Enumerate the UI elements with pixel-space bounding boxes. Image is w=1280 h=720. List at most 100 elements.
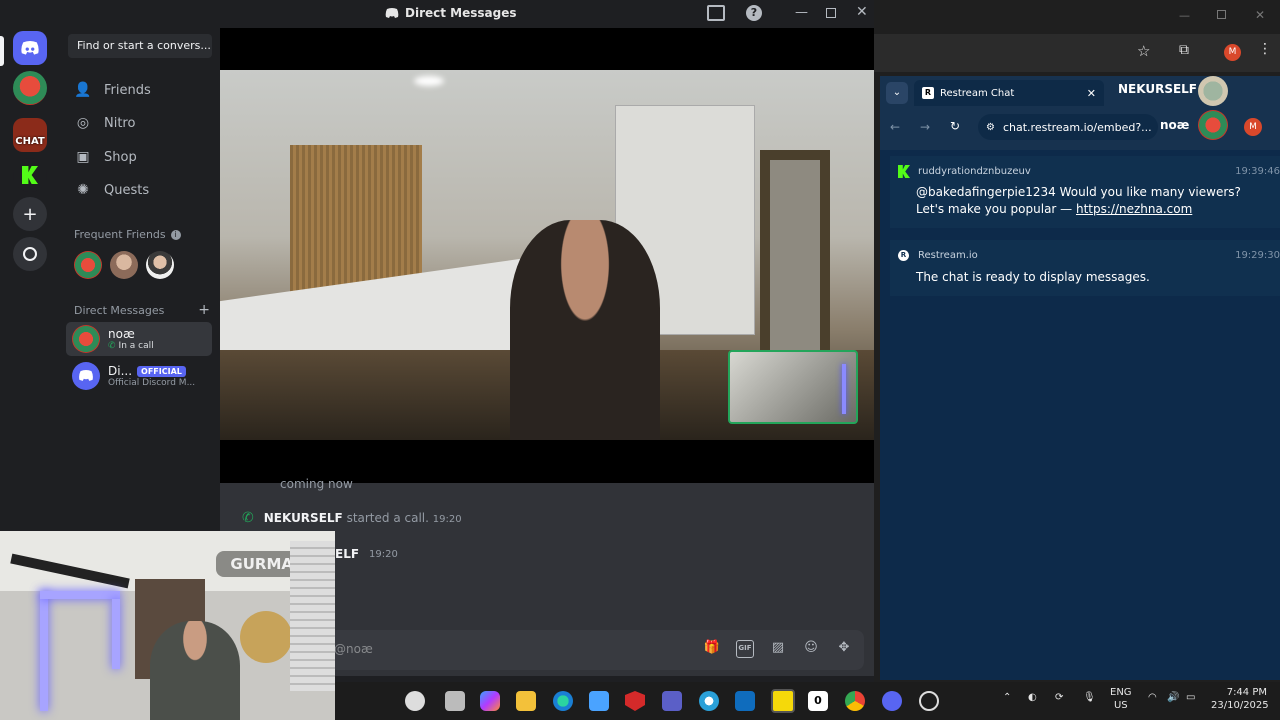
close-tab-icon[interactable]: ✕ [1087, 87, 1096, 100]
nav-quests[interactable]: ✺ Quests [72, 175, 212, 205]
dm-name: Di... [108, 364, 133, 378]
add-dm-icon[interactable]: + [198, 302, 210, 318]
message-user[interactable]: ELF [335, 547, 359, 561]
battery-icon[interactable]: ▭ [1186, 692, 1195, 703]
avatar[interactable] [74, 251, 102, 279]
avatar [72, 325, 100, 353]
neon-light [842, 364, 846, 414]
tray-app-icon[interactable]: ◐ [1028, 692, 1037, 703]
chrome-icon[interactable] [845, 691, 865, 711]
taskbar: 0 ⌃ ◐ ⟳ 🎙 ENG US ◠ 🔊 ▭ 7:44 PM 23/10/202… [335, 682, 1280, 720]
weather-icon[interactable] [699, 691, 719, 711]
sync-icon[interactable]: ⟳ [1055, 692, 1063, 703]
gif-icon[interactable]: GIF [736, 640, 754, 658]
profile-avatar[interactable]: M [1244, 118, 1262, 136]
dm-row-noae[interactable]: noæ ✆ In a call [66, 322, 212, 356]
discover-icon[interactable] [13, 237, 47, 271]
chat-text: The chat is ready to display messages. [916, 270, 1150, 284]
wifi-icon[interactable]: ◠ [1148, 692, 1157, 703]
chevron-up-icon[interactable]: ⌃ [1003, 692, 1011, 703]
address-bar[interactable]: ⚙ chat.restream.io/embed?... [978, 114, 1158, 140]
obs-icon[interactable] [919, 691, 939, 711]
add-server-icon[interactable]: + [13, 197, 47, 231]
avatar[interactable] [146, 251, 174, 279]
language-indicator[interactable]: ENG US [1110, 686, 1132, 712]
extensions-icon[interactable]: ⧉ [1179, 42, 1189, 58]
call-start-message: ✆ NEKURSELF started a call. 19:20 [242, 510, 462, 526]
chat-time: 19:29:30 [1235, 250, 1280, 261]
nav-nitro[interactable]: ◎ Nitro [72, 108, 212, 138]
popup-window-chrome: ⌄ R Restream Chat ✕ NEKURSELF ← → ↻ ⚙ ch… [880, 76, 1280, 150]
nav-label: Friends [104, 82, 151, 98]
edge-icon[interactable] [553, 691, 573, 711]
site-settings-icon[interactable]: ⚙ [986, 122, 995, 133]
mcafee-icon[interactable] [625, 691, 645, 711]
avatar [72, 362, 100, 390]
teams-icon[interactable] [662, 691, 682, 711]
help-icon[interactable]: ? [746, 5, 762, 21]
volume-icon[interactable]: 🔊 [1167, 692, 1179, 703]
chat-link[interactable]: https://nezhna.com [1076, 202, 1192, 216]
server-chat[interactable]: CHAT [13, 118, 47, 152]
call-user[interactable]: NEKURSELF [264, 511, 343, 525]
nav-shop[interactable]: ▣ Shop [72, 142, 212, 172]
avatar[interactable] [110, 251, 138, 279]
server-avatar[interactable] [13, 71, 47, 105]
close-button[interactable]: ✕ [1255, 8, 1265, 22]
gift-icon[interactable]: 🎁 [703, 640, 721, 658]
minimize-button[interactable]: — [1179, 9, 1190, 22]
emoji-icon[interactable]: ☺ [802, 640, 820, 658]
outlook-icon[interactable] [735, 691, 755, 711]
sticker-icon[interactable]: ▨ [769, 640, 787, 658]
forward-icon[interactable]: → [920, 120, 930, 134]
star-icon[interactable]: ☆ [1137, 42, 1150, 60]
dm-row-discord[interactable]: Di... OFFICIAL Official Discord M... [66, 359, 212, 393]
tab-restream-chat[interactable]: R Restream Chat ✕ [914, 80, 1104, 106]
back-icon[interactable]: ← [890, 120, 900, 134]
minimize-button[interactable]: — [795, 5, 808, 20]
self-preview[interactable] [728, 350, 858, 424]
discord-logo-icon [21, 40, 39, 55]
reload-icon[interactable]: ↻ [950, 119, 960, 133]
maximize-button[interactable] [826, 8, 836, 18]
nav-label: Quests [104, 182, 150, 198]
file-explorer-icon[interactable] [516, 691, 536, 711]
clock[interactable]: 7:44 PM 23/10/2025 [1211, 686, 1269, 712]
official-badge: OFFICIAL [137, 365, 186, 377]
search-input[interactable]: Find or start a convers... [68, 34, 212, 58]
sticky-notes-icon[interactable] [771, 689, 795, 713]
video-stream[interactable] [220, 70, 874, 440]
chat-time: 19:39:46 [1235, 166, 1280, 177]
maximize-button[interactable] [1217, 10, 1226, 19]
timestamp: 19:20 [369, 548, 398, 560]
task-view-icon[interactable] [445, 691, 465, 711]
ceiling-light [414, 76, 444, 86]
cat-icon[interactable] [405, 691, 425, 711]
time: 7:44 PM [1226, 687, 1267, 698]
chevron-down-icon[interactable]: ⌄ [886, 82, 908, 104]
kick-logo-icon [22, 166, 38, 184]
discord-taskbar-icon[interactable] [882, 691, 902, 711]
overlay-name: NEKURSELF [1118, 82, 1197, 96]
server-kick[interactable] [13, 158, 47, 192]
copilot-icon[interactable] [480, 691, 500, 711]
app-icon[interactable]: 0 [808, 691, 828, 711]
os-titlebar: — ✕ [874, 0, 1280, 34]
discord-logo-icon [385, 7, 399, 18]
profile-avatar[interactable]: M [1224, 44, 1241, 61]
store-icon[interactable] [589, 691, 609, 711]
nav-friends[interactable]: 👤 Friends [72, 75, 212, 105]
home-button[interactable] [13, 31, 47, 65]
nav-label: Nitro [104, 115, 136, 131]
apps-icon[interactable]: ✥ [835, 640, 853, 658]
discord-logo-icon [79, 370, 93, 381]
microphone-icon[interactable]: 🎙 [1083, 692, 1096, 703]
inbox-icon[interactable] [707, 5, 725, 21]
frequent-friends-label: Frequent Friends [74, 228, 166, 241]
restream-chat-pane [880, 150, 1280, 680]
discord-titlebar: Direct Messages ? — ✕ [0, 0, 874, 28]
mirror [760, 150, 830, 370]
close-button[interactable]: ✕ [856, 4, 868, 20]
menu-icon[interactable]: ⋮ [1258, 41, 1272, 57]
info-icon[interactable]: i [170, 229, 181, 240]
